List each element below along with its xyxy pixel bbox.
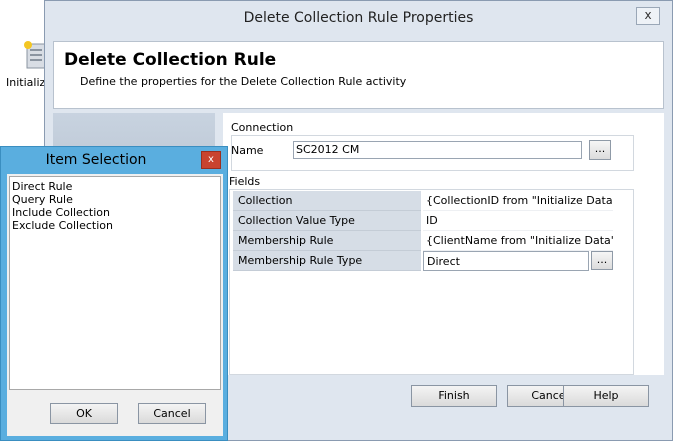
membership-rule-type-input[interactable]: Direct [423, 251, 589, 271]
grid-row[interactable]: Collection Value Type ID [233, 211, 613, 231]
finish-button[interactable]: Finish [411, 385, 497, 407]
grid-row[interactable]: Membership Rule Type Direct ... [233, 251, 613, 271]
field-name: Collection Value Type [233, 211, 421, 231]
selection-cancel-button[interactable]: Cancel [138, 403, 206, 424]
list-item[interactable]: Query Rule [12, 193, 218, 206]
connection-group-label: Connection [231, 121, 294, 134]
connection-browse-button[interactable]: ... [589, 140, 611, 160]
title-bar[interactable]: Delete Collection Rule Properties x [45, 1, 672, 35]
field-name: Collection [233, 191, 421, 211]
item-selection-dialog: Item Selection x Direct Rule Query Rule … [0, 146, 228, 441]
list-item[interactable]: Exclude Collection [12, 219, 218, 232]
content-panel: Connection Name SC2012 CM ... Fields Col… [223, 113, 664, 375]
item-selection-title[interactable]: Item Selection [1, 152, 191, 168]
field-name: Membership Rule Type [233, 251, 421, 271]
grid-row[interactable]: Collection {CollectionID from "Initializ… [233, 191, 613, 211]
name-label: Name [231, 144, 264, 157]
screen: Initializ Delete Collection Rule Propert… [0, 0, 673, 441]
close-icon[interactable]: x [201, 151, 221, 169]
field-name: Membership Rule [233, 231, 421, 251]
header-panel: Delete Collection Rule Define the proper… [53, 41, 664, 109]
name-input[interactable]: SC2012 CM [293, 141, 582, 159]
field-value[interactable]: {ClientName from "Initialize Data"} [423, 231, 613, 251]
list-item[interactable]: Direct Rule [12, 180, 218, 193]
fields-grid: Collection {CollectionID from "Initializ… [233, 191, 613, 271]
header-subtitle: Define the properties for the Delete Col… [80, 75, 407, 88]
close-icon[interactable]: x [636, 7, 660, 25]
ok-button[interactable]: OK [50, 403, 118, 424]
item-selection-body: Direct Rule Query Rule Include Collectio… [7, 174, 223, 436]
header-title: Delete Collection Rule [64, 50, 277, 70]
item-list[interactable]: Direct Rule Query Rule Include Collectio… [9, 176, 221, 390]
fields-group-label: Fields [229, 175, 261, 188]
grid-row[interactable]: Membership Rule {ClientName from "Initia… [233, 231, 613, 251]
dialog-title: Delete Collection Rule Properties [243, 10, 474, 26]
canvas-activity-label[interactable]: Initializ [6, 76, 45, 89]
help-button[interactable]: Help [563, 385, 649, 407]
list-item[interactable]: Include Collection [12, 206, 218, 219]
field-value[interactable]: {CollectionID from "Initialize Data"} [423, 191, 613, 211]
field-value[interactable]: ID [423, 211, 613, 231]
membership-rule-type-browse-button[interactable]: ... [591, 251, 613, 270]
